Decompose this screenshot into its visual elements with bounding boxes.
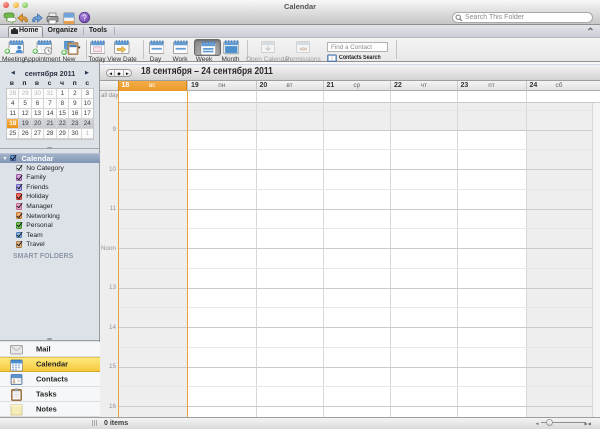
svg-text:?: ? [82,13,87,22]
